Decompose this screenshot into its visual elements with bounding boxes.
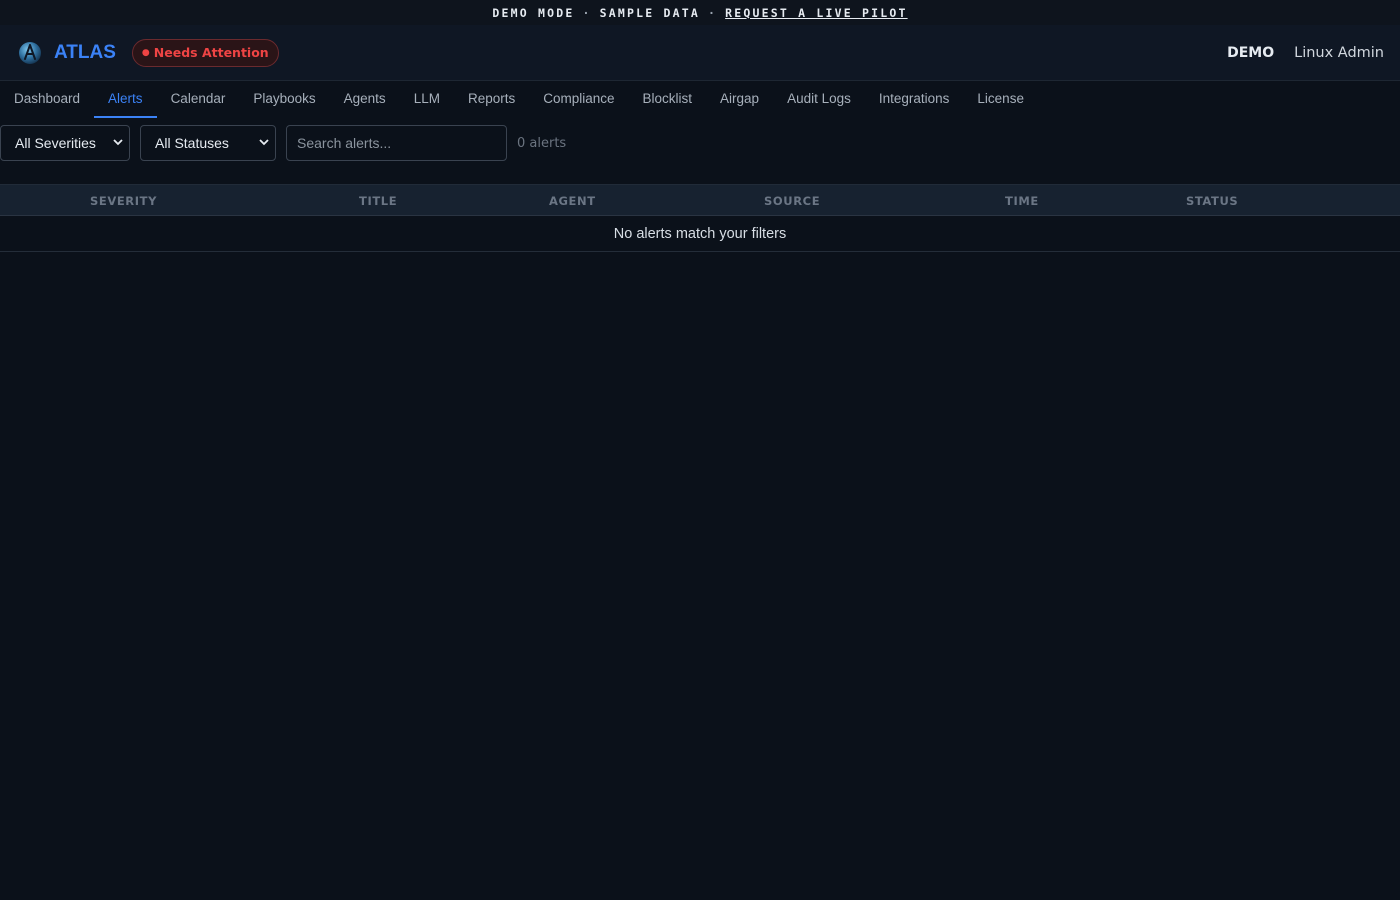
user-menu[interactable]: Linux Admin <box>1294 45 1384 61</box>
banner-separator: · <box>582 5 592 20</box>
main-nav-tabs: Dashboard Alerts Calendar Playbooks Agents LL… <box>0 81 1400 118</box>
column-header-severity[interactable]: SEVERITY <box>90 185 157 217</box>
column-header-source[interactable]: SOURCE <box>764 185 820 217</box>
tab-reports[interactable]: Reports <box>454 81 529 118</box>
empty-state-message: No alerts match your filters <box>0 216 1400 252</box>
tab-playbooks[interactable]: Playbooks <box>239 81 329 118</box>
tab-blocklist[interactable]: Blocklist <box>629 81 707 118</box>
column-header-agent[interactable]: AGENT <box>549 185 596 217</box>
alert-count: 0 alerts <box>517 135 567 151</box>
severity-select-value: All Severities <box>15 135 96 151</box>
sample-data-text: SAMPLE DATA <box>599 5 700 20</box>
globe-atlas-icon[interactable] <box>18 41 42 65</box>
tab-dashboard[interactable]: Dashboard <box>0 81 94 118</box>
column-header-time[interactable]: TIME <box>1005 185 1039 217</box>
tab-calendar[interactable]: Calendar <box>157 81 240 118</box>
tab-audit-logs[interactable]: Audit Logs <box>773 81 865 118</box>
severity-select[interactable]: All Severities <box>0 125 130 161</box>
column-header-status[interactable]: STATUS <box>1186 185 1238 217</box>
demo-banner: DEMO MODE · SAMPLE DATA · REQUEST A LIVE… <box>0 0 1400 25</box>
needs-attention-badge[interactable]: ● Needs Attention <box>131 38 279 67</box>
banner-separator: · <box>708 5 718 20</box>
tab-alerts[interactable]: Alerts <box>94 81 157 118</box>
tab-integrations[interactable]: Integrations <box>865 81 964 118</box>
demo-label: DEMO <box>1227 44 1275 61</box>
tab-llm[interactable]: LLM <box>400 81 454 118</box>
status-select-value: All Statuses <box>155 135 229 151</box>
tab-agents[interactable]: Agents <box>330 81 400 118</box>
tab-license[interactable]: License <box>963 81 1038 118</box>
status-select[interactable]: All Statuses <box>140 125 276 161</box>
filter-bar: All Severities All Statuses 0 alerts <box>0 118 1400 168</box>
request-pilot-link[interactable]: REQUEST A LIVE PILOT <box>725 6 907 20</box>
top-header: ATLAS ● Needs Attention DEMO Linux Admin <box>0 25 1400 81</box>
table-header: SEVERITY TITLE AGENT SOURCE TIME STATUS <box>0 184 1400 216</box>
chevron-down-icon <box>259 138 269 149</box>
demo-mode-text: DEMO MODE <box>492 5 575 20</box>
tab-compliance[interactable]: Compliance <box>529 81 628 118</box>
search-alerts-input[interactable] <box>286 125 507 161</box>
brand-name[interactable]: ATLAS <box>54 42 116 64</box>
alert-dot-icon: ● <box>141 47 150 58</box>
tab-airgap[interactable]: Airgap <box>706 81 773 118</box>
badge-label: Needs Attention <box>153 45 269 60</box>
alerts-table: SEVERITY TITLE AGENT SOURCE TIME STATUS … <box>0 184 1400 252</box>
column-header-title[interactable]: TITLE <box>359 185 397 217</box>
chevron-down-icon <box>113 138 123 149</box>
